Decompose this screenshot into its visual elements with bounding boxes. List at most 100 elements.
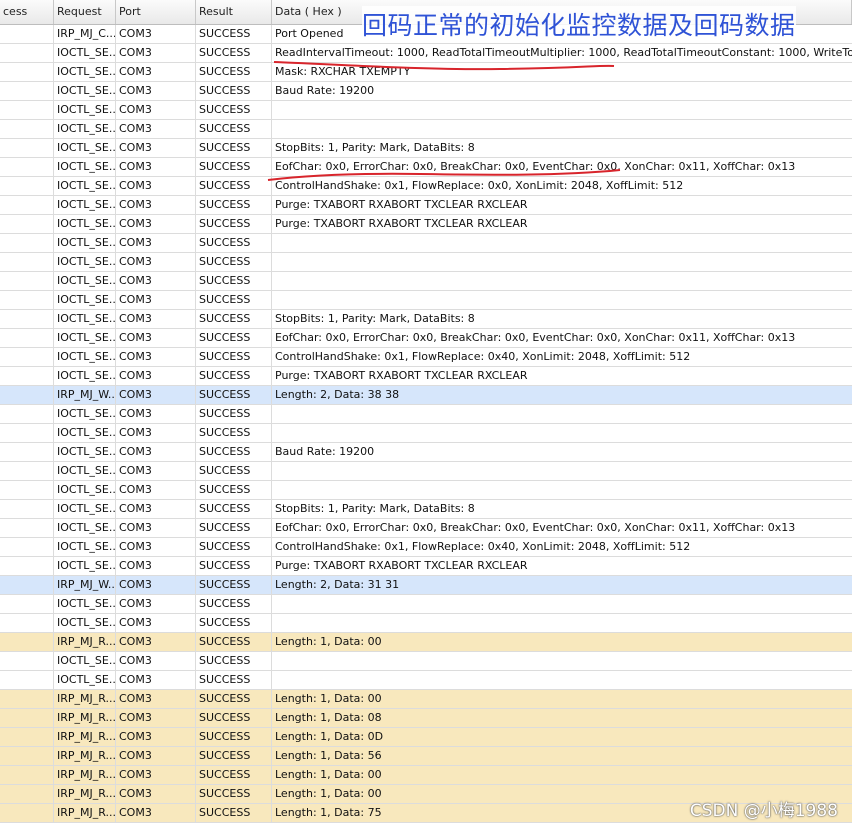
table-row[interactable]: IOCTL_SE... COM3 SUCCESS EofChar: 0x0, Erro… bbox=[0, 519, 852, 538]
port-cell: COM3 bbox=[116, 234, 196, 252]
column-header-result[interactable]: Result bbox=[196, 0, 272, 24]
table-row[interactable]: IOCTL_SE... COM3 SUCCESS bbox=[0, 652, 852, 671]
table-row[interactable]: IOCTL_SE... COM3 SUCCESS StopBits: 1, Parit… bbox=[0, 500, 852, 519]
data-hex-cell bbox=[272, 291, 852, 309]
table-row[interactable]: IOCTL_SE... COM3 SUCCESS ControlHandShake: … bbox=[0, 538, 852, 557]
process-cell bbox=[0, 538, 54, 556]
table-row[interactable]: IOCTL_SE... COM3 SUCCESS Mask: RXCHAR TXEMP… bbox=[0, 63, 852, 82]
port-cell: COM3 bbox=[116, 158, 196, 176]
port-cell: COM3 bbox=[116, 310, 196, 328]
table-row[interactable]: IOCTL_SE... COM3 SUCCESS bbox=[0, 405, 852, 424]
table-row[interactable]: IOCTL_SE... COM3 SUCCESS bbox=[0, 272, 852, 291]
table-row[interactable]: IOCTL_SE... COM3 SUCCESS bbox=[0, 595, 852, 614]
request-cell: IOCTL_SE... bbox=[54, 462, 116, 480]
table-row[interactable]: IOCTL_SE... COM3 SUCCESS Purge: TXABORT RXA… bbox=[0, 215, 852, 234]
port-cell: COM3 bbox=[116, 614, 196, 632]
port-cell: COM3 bbox=[116, 101, 196, 119]
table-row[interactable]: IOCTL_SE... COM3 SUCCESS bbox=[0, 614, 852, 633]
request-cell: IRP_MJ_W... bbox=[54, 576, 116, 594]
port-cell: COM3 bbox=[116, 63, 196, 81]
data-hex-cell: EofChar: 0x0, ErrorChar: 0x0, BreakChar:… bbox=[275, 160, 796, 173]
table-row[interactable]: IRP_MJ_R... COM3 SUCCESS Length: 1, Data: 5… bbox=[0, 747, 852, 766]
port-cell: COM3 bbox=[116, 44, 196, 62]
table-row[interactable]: IRP_MJ_W... COM3 SUCCESS Length: 2, Data: 3… bbox=[0, 576, 852, 595]
process-cell bbox=[0, 215, 54, 233]
request-cell: IOCTL_SE... bbox=[54, 272, 116, 290]
table-row[interactable]: IOCTL_SE... COM3 SUCCESS ControlHandShake: … bbox=[0, 348, 852, 367]
process-cell bbox=[0, 329, 54, 347]
process-cell bbox=[0, 443, 54, 461]
table-row[interactable]: IOCTL_SE... COM3 SUCCESS ControlHandShake: … bbox=[0, 177, 852, 196]
port-cell: COM3 bbox=[116, 25, 196, 43]
result-cell: SUCCESS bbox=[196, 386, 272, 404]
table-row[interactable]: IOCTL_SE... COM3 SUCCESS Purge: TXABORT RXA… bbox=[0, 557, 852, 576]
table-row[interactable]: IRP_MJ_R... COM3 SUCCESS Length: 1, Data: 0… bbox=[0, 728, 852, 747]
data-hex-cell: ControlHandShake: 0x1, FlowReplace: 0x40… bbox=[275, 350, 691, 363]
port-cell: COM3 bbox=[116, 747, 196, 765]
data-hex-cell bbox=[272, 671, 852, 689]
port-cell: COM3 bbox=[116, 443, 196, 461]
port-cell: COM3 bbox=[116, 690, 196, 708]
request-cell: IRP_MJ_R... bbox=[54, 728, 116, 746]
data-hex-cell: ControlHandShake: 0x1, FlowReplace: 0x0,… bbox=[275, 179, 684, 192]
table-row[interactable]: IOCTL_SE... COM3 SUCCESS EofChar: 0x0, Erro… bbox=[0, 329, 852, 348]
process-cell bbox=[0, 576, 54, 594]
result-cell: SUCCESS bbox=[196, 367, 272, 385]
column-header-process[interactable]: cess bbox=[0, 0, 54, 24]
watermark: CSDN @小梅1988 bbox=[689, 801, 838, 821]
request-cell: IRP_MJ_R... bbox=[54, 747, 116, 765]
request-cell: IRP_MJ_R... bbox=[54, 785, 116, 803]
table-row[interactable]: IOCTL_SE... COM3 SUCCESS bbox=[0, 291, 852, 310]
request-cell: IOCTL_SE... bbox=[54, 405, 116, 423]
table-row[interactable]: IOCTL_SE... COM3 SUCCESS Purge: TXABORT RXA… bbox=[0, 367, 852, 386]
table-row[interactable]: IRP_MJ_W... COM3 SUCCESS Length: 2, Data: 3… bbox=[0, 386, 852, 405]
table-row[interactable]: IOCTL_SE... COM3 SUCCESS ReadIntervalTimeou… bbox=[0, 44, 852, 63]
process-cell bbox=[0, 196, 54, 214]
data-hex-cell: StopBits: 1, Parity: Mark, DataBits: 8 bbox=[275, 502, 475, 515]
data-hex-cell: Baud Rate: 19200 bbox=[275, 445, 375, 458]
result-cell: SUCCESS bbox=[196, 120, 272, 138]
table-row[interactable]: IRP_MJ_R... COM3 SUCCESS Length: 1, Data: 0… bbox=[0, 633, 852, 652]
table-row[interactable]: IOCTL_SE... COM3 SUCCESS bbox=[0, 120, 852, 139]
port-cell: COM3 bbox=[116, 785, 196, 803]
table-row[interactable]: IOCTL_SE... COM3 SUCCESS StopBits: 1, Parit… bbox=[0, 310, 852, 329]
data-hex-cell: Length: 2, Data: 38 38 bbox=[275, 388, 400, 401]
column-header-port[interactable]: Port bbox=[116, 0, 196, 24]
request-cell: IOCTL_SE... bbox=[54, 481, 116, 499]
request-cell: IOCTL_SE... bbox=[54, 348, 116, 366]
process-cell bbox=[0, 310, 54, 328]
table-row[interactable]: IRP_MJ_R... COM3 SUCCESS Length: 1, Data: 0… bbox=[0, 690, 852, 709]
process-cell bbox=[0, 101, 54, 119]
data-hex-cell: Mask: RXCHAR TXEMPTY bbox=[275, 65, 411, 78]
table-row[interactable]: IOCTL_SE... COM3 SUCCESS bbox=[0, 671, 852, 690]
port-cell: COM3 bbox=[116, 348, 196, 366]
table-row[interactable]: IRP_MJ_R... COM3 SUCCESS Length: 1, Data: 0… bbox=[0, 766, 852, 785]
table-row[interactable]: IOCTL_SE... COM3 SUCCESS bbox=[0, 234, 852, 253]
table-row[interactable]: IOCTL_SE... COM3 SUCCESS Baud Rate: 19200 bbox=[0, 82, 852, 101]
table-row[interactable]: IOCTL_SE... COM3 SUCCESS bbox=[0, 462, 852, 481]
process-cell bbox=[0, 158, 54, 176]
table-row[interactable]: IOCTL_SE... COM3 SUCCESS bbox=[0, 481, 852, 500]
data-hex-cell bbox=[272, 652, 852, 670]
data-hex-cell: Length: 1, Data: 56 bbox=[275, 749, 382, 762]
table-row[interactable]: IOCTL_SE... COM3 SUCCESS StopBits: 1, Parit… bbox=[0, 139, 852, 158]
data-hex-cell bbox=[272, 234, 852, 252]
table-row[interactable]: IRP_MJ_R... COM3 SUCCESS Length: 1, Data: 0… bbox=[0, 709, 852, 728]
port-cell: COM3 bbox=[116, 804, 196, 822]
process-cell bbox=[0, 462, 54, 480]
table-row[interactable]: IOCTL_SE... COM3 SUCCESS Baud Rate: 19200 bbox=[0, 443, 852, 462]
data-hex-cell: Baud Rate: 19200 bbox=[275, 84, 375, 97]
port-cell: COM3 bbox=[116, 253, 196, 271]
process-cell bbox=[0, 709, 54, 727]
table-row[interactable]: IOCTL_SE... COM3 SUCCESS bbox=[0, 253, 852, 272]
table-row[interactable]: IOCTL_SE... COM3 SUCCESS Purge: TXABORT RXA… bbox=[0, 196, 852, 215]
data-hex-cell: Length: 1, Data: 00 bbox=[275, 768, 382, 781]
table-row[interactable]: IOCTL_SE... COM3 SUCCESS EofChar: 0x0, Erro… bbox=[0, 158, 852, 177]
table-row[interactable]: IOCTL_SE... COM3 SUCCESS bbox=[0, 424, 852, 443]
process-cell bbox=[0, 785, 54, 803]
process-cell bbox=[0, 348, 54, 366]
table-row[interactable]: IOCTL_SE... COM3 SUCCESS bbox=[0, 101, 852, 120]
port-cell: COM3 bbox=[116, 177, 196, 195]
column-header-request[interactable]: Request bbox=[54, 0, 116, 24]
process-cell bbox=[0, 272, 54, 290]
